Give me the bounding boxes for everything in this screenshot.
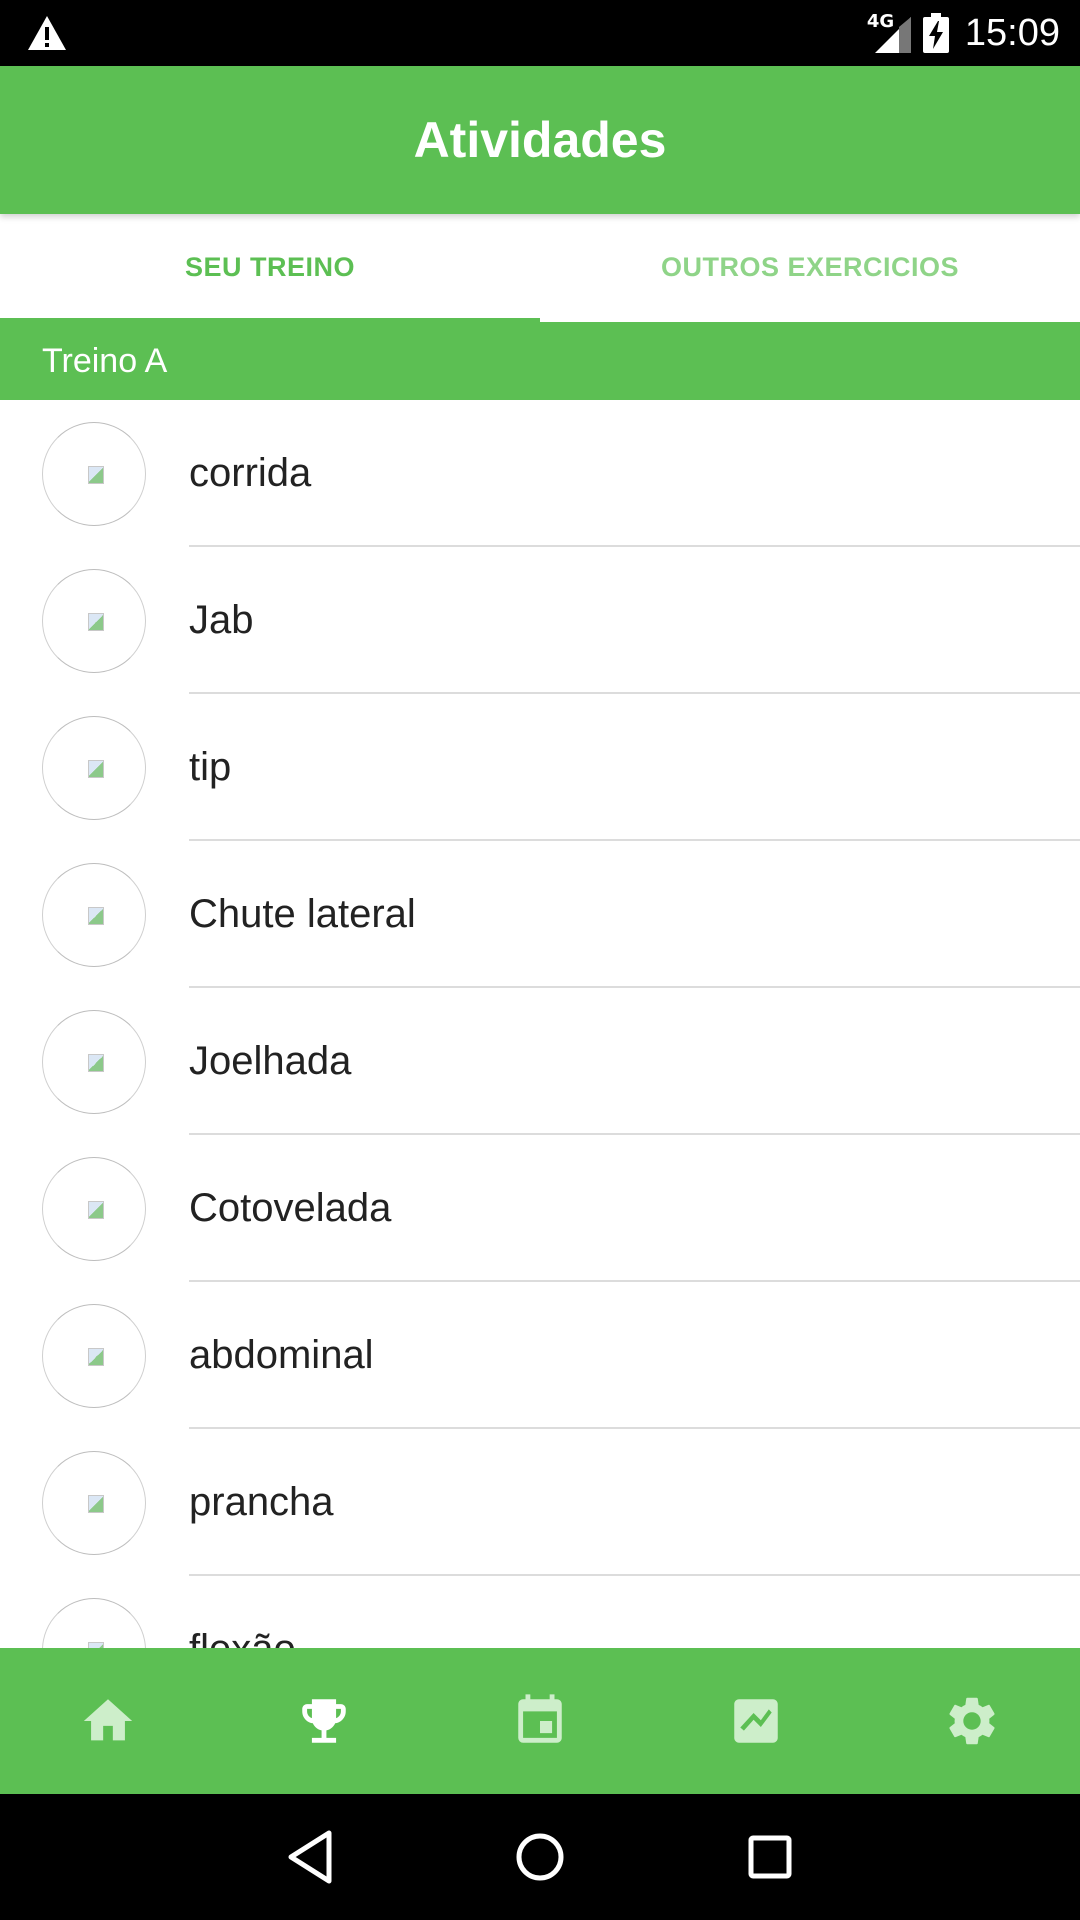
activity-avatar: [42, 569, 146, 673]
broken-image-icon: [88, 466, 104, 484]
settings-icon: [949, 1697, 995, 1745]
system-home-button[interactable]: [505, 1822, 575, 1892]
list-item[interactable]: abdominal: [0, 1282, 1080, 1429]
activity-avatar: [42, 1304, 146, 1408]
system-recents-button[interactable]: [735, 1822, 805, 1892]
broken-image-icon: [88, 1348, 104, 1366]
activity-name: corrida: [189, 451, 312, 495]
back-icon: [288, 1830, 332, 1884]
activity-name: Jab: [189, 598, 254, 642]
battery-charging-icon: [922, 13, 949, 53]
activity-avatar: [42, 422, 146, 526]
activity-avatar: [42, 716, 146, 820]
broken-image-icon: [88, 1054, 104, 1072]
activity-avatar: [42, 863, 146, 967]
activity-name: abdominal: [189, 1333, 374, 1377]
tab-outros-exercicios[interactable]: OUTROS EXERCICIOS: [540, 214, 1080, 320]
chart-icon: [734, 1699, 778, 1743]
list-item[interactable]: prancha: [0, 1429, 1080, 1576]
list-item[interactable]: Jab: [0, 547, 1080, 694]
signal-icon: 4G: [867, 11, 913, 53]
app-bar: Atividades: [0, 66, 1080, 214]
status-bar: 4G 15:09: [0, 0, 1080, 66]
nav-stats-button[interactable]: [648, 1648, 864, 1794]
activity-avatar: [42, 1598, 146, 1648]
calendar-icon: [518, 1694, 562, 1743]
system-nav: [0, 1794, 1080, 1920]
activity-name: flexão: [189, 1576, 296, 1648]
broken-image-icon: [88, 613, 104, 631]
broken-image-icon: [88, 1495, 104, 1513]
nav-trophy-button[interactable]: [216, 1648, 432, 1794]
tab-seu-treino[interactable]: SEU TREINO: [0, 214, 540, 320]
section-title: Treino A: [42, 341, 168, 380]
section-header: Treino A: [0, 322, 1080, 400]
tab-bar: SEU TREINO OUTROS EXERCICIOS: [0, 214, 1080, 320]
home-icon: [83, 1699, 133, 1741]
nav-calendar-button[interactable]: [432, 1648, 648, 1794]
list-item[interactable]: Cotovelada: [0, 1135, 1080, 1282]
recents-icon: [748, 1835, 792, 1879]
activity-avatar: [42, 1010, 146, 1114]
activity-name: Chute lateral: [189, 892, 416, 936]
nav-settings-button[interactable]: [864, 1648, 1080, 1794]
warning-icon: [28, 16, 66, 50]
list-item[interactable]: corrida: [0, 400, 1080, 547]
activity-list[interactable]: corrida Jab tip Chute lateral Joelhada C…: [0, 400, 1080, 1648]
bottom-nav: [0, 1648, 1080, 1794]
broken-image-icon: [88, 1201, 104, 1219]
broken-image-icon: [88, 907, 104, 925]
activity-name: tip: [189, 745, 232, 789]
trophy-icon: [302, 1699, 346, 1743]
nav-home-button[interactable]: [0, 1648, 216, 1794]
activity-avatar: [42, 1451, 146, 1555]
activity-name: Joelhada: [189, 1039, 352, 1083]
activity-name: Cotovelada: [189, 1186, 392, 1230]
activity-name: prancha: [189, 1480, 334, 1524]
broken-image-icon: [88, 760, 104, 778]
activity-avatar: [42, 1157, 146, 1261]
list-item[interactable]: flexão: [0, 1576, 1080, 1648]
list-item[interactable]: Joelhada: [0, 988, 1080, 1135]
page-title: Atividades: [413, 112, 667, 168]
list-item[interactable]: Chute lateral: [0, 841, 1080, 988]
list-item[interactable]: tip: [0, 694, 1080, 841]
status-time: 15:09: [964, 11, 1060, 54]
home-circle-icon: [516, 1833, 564, 1881]
system-back-button[interactable]: [275, 1822, 345, 1892]
